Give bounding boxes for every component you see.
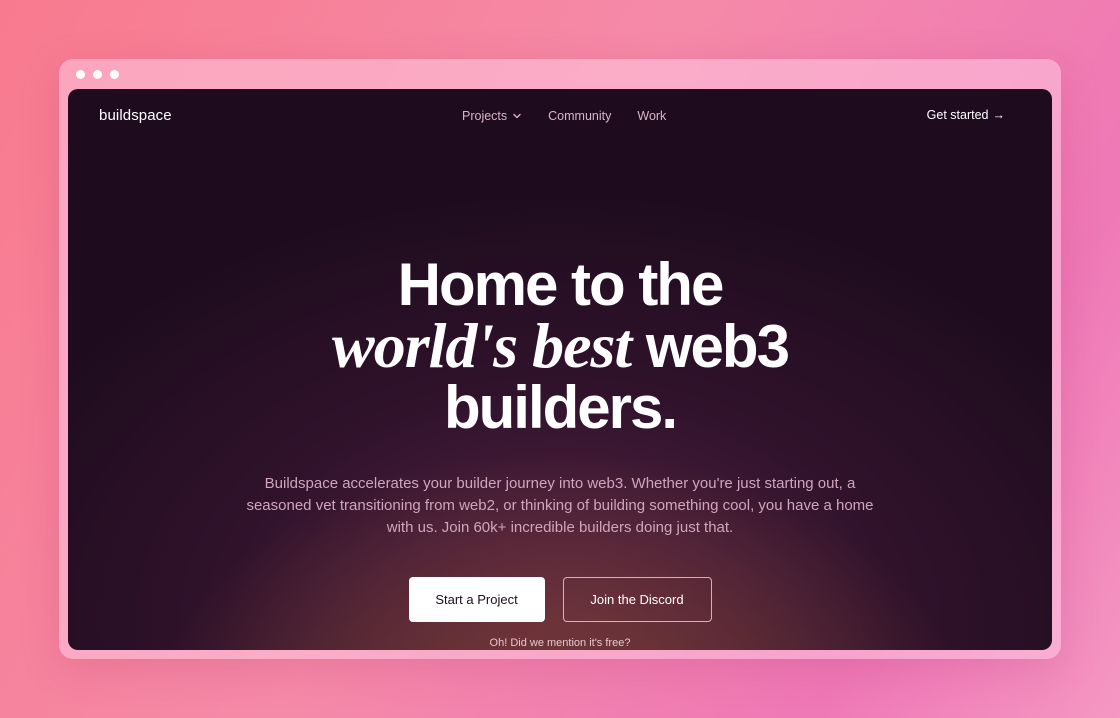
hero-line-1: Home to the [397,251,725,318]
browser-window: buildspace Projects Community Work Get s… [59,59,1061,659]
hero-headline: Home to the world's best web3 builders. [68,254,1052,438]
window-controls [76,70,119,79]
window-dot-1[interactable] [76,70,85,79]
hero-section: Home to the world's best web3 builders. … [68,254,1052,539]
nav-item-community[interactable]: Community [548,109,611,123]
nav-item-community-label: Community [548,109,612,123]
chevron-down-icon [513,113,521,119]
hero-subtitle: Buildspace accelerates your builder jour… [246,475,874,536]
hero-line-2-serif: world's best [332,310,632,381]
nav-item-work[interactable]: Work [637,109,666,123]
window-dot-3[interactable] [110,70,119,79]
start-project-button[interactable]: Start a Project [408,577,545,622]
get-started-label: Get started [926,108,989,122]
arrow-right-icon: → [992,108,1006,122]
window-dot-2[interactable] [93,70,102,79]
get-started-link[interactable]: Get started → [927,108,1005,122]
nav-item-projects[interactable]: Projects [462,109,522,123]
free-note: Oh! Did we mention it's free? [489,637,631,649]
join-discord-button[interactable]: Join the Discord [562,577,712,622]
nav-item-projects-label: Projects [462,109,508,123]
hero-actions: Start a Project Join the Discord [68,577,1052,622]
nav-item-work-label: Work [637,109,667,123]
hero-line-2-rest: web3 [631,313,790,380]
website-viewport: buildspace Projects Community Work Get s… [68,89,1052,650]
top-nav: buildspace Projects Community Work Get s… [68,89,1052,145]
logo[interactable]: buildspace [99,107,172,124]
hero-line-3: builders. [443,374,678,441]
nav-menu: Projects Community Work [462,109,666,123]
